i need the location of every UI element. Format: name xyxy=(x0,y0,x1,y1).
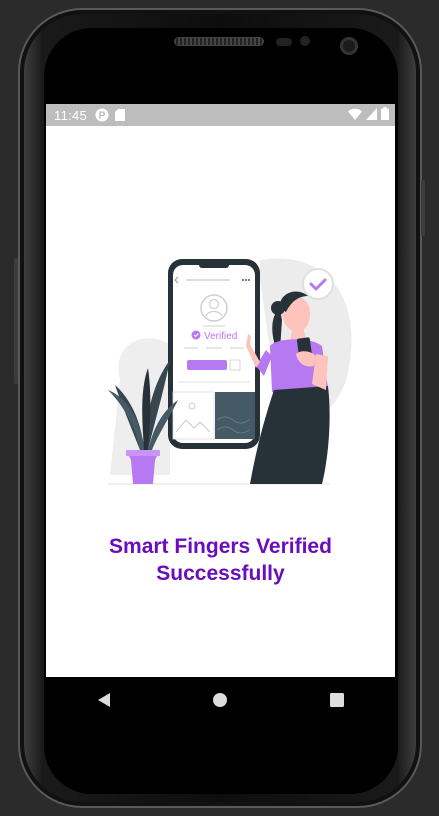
wifi-icon xyxy=(348,108,362,123)
home-icon xyxy=(213,693,228,707)
power-button xyxy=(421,180,425,236)
verified-label: Verified xyxy=(204,331,237,342)
proximity-sensor xyxy=(276,38,292,46)
verification-illustration: Verified xyxy=(60,250,380,490)
navigation-bar xyxy=(46,677,395,723)
success-message: Smart Fingers Verified Successfully xyxy=(46,533,395,587)
recents-button[interactable] xyxy=(317,680,357,720)
battery-icon xyxy=(381,107,389,123)
status-time: 11:45 xyxy=(54,107,88,123)
status-bar: 11:45 P xyxy=(46,104,395,126)
back-icon xyxy=(98,693,111,707)
home-button[interactable] xyxy=(200,680,240,720)
app-notification-icon: P xyxy=(95,108,109,122)
success-message-line2: Successfully xyxy=(156,562,285,585)
earpiece-speaker xyxy=(174,37,264,46)
volume-button xyxy=(14,258,18,384)
sensor-dot xyxy=(300,36,310,46)
front-camera xyxy=(340,37,358,55)
back-button[interactable] xyxy=(84,680,124,720)
sd-card-icon xyxy=(115,109,126,121)
recents-icon xyxy=(329,693,344,707)
success-message-line1: Smart Fingers Verified xyxy=(109,535,332,558)
cellular-signal-icon xyxy=(366,107,377,123)
svg-text:P: P xyxy=(99,111,106,122)
